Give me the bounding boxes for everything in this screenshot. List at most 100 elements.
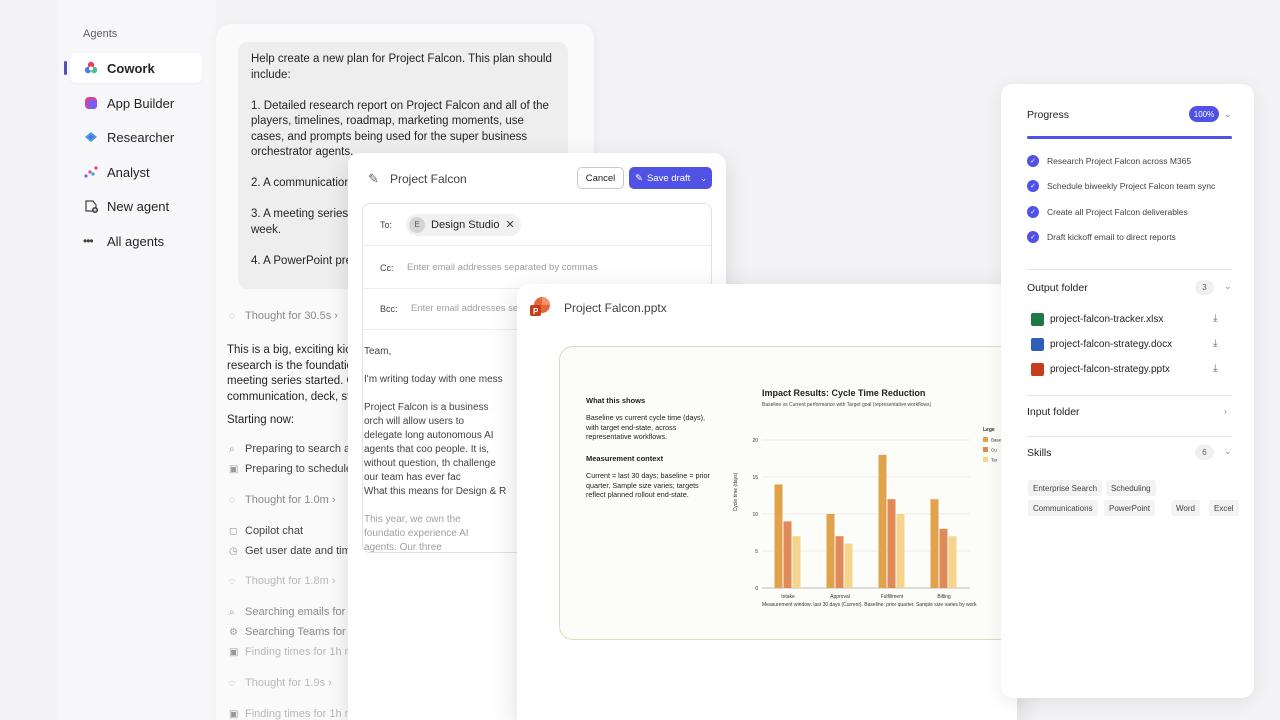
sidebar-item-cowork[interactable]: Cowork [64,53,202,83]
skill-chip: PowerPoint [1104,500,1155,516]
sidebar-item-analyst[interactable]: Analyst [70,157,202,187]
progress-bar [1027,136,1232,139]
chevron-down-icon[interactable]: ⌄ [1224,109,1232,120]
word-file-icon [1031,338,1044,351]
progress-step: ✓ Create all Project Falcon deliverables [1027,206,1188,218]
sidebar-item-researcher[interactable]: Researcher [70,122,202,152]
bar-approval-tar [844,543,853,588]
divider [1027,269,1232,270]
lightbulb-icon: ◌ [229,311,235,322]
bar-approval-base [826,514,835,588]
bar-billing-base [930,499,939,588]
chart-title: Impact Results: Cycle Time Reduction [762,388,925,398]
compose-icon: ✎ [635,172,643,184]
researcher-icon [85,132,97,142]
cowork-icon [84,61,98,74]
slide-text: Current = last 30 days; baseline = prior… [586,471,710,499]
cancel-button[interactable]: Cancel [577,167,624,189]
checkmark-icon: ✓ [1027,206,1039,218]
analyst-icon [84,166,98,178]
download-icon[interactable]: ⤓ [1213,313,1217,324]
bar-billing-tar [948,536,957,588]
progress-step: ✓ Draft kickoff email to direct reports [1027,231,1176,243]
sidebar-item-label: Analyst [107,164,150,180]
powerpoint-preview-card: P Project Falcon.pptx What this shows Ba… [517,284,1017,720]
progress-percent-badge: 100% [1189,106,1219,122]
lightbulb-icon: ◌ [229,678,235,689]
agents-sidebar: Agents Cowork App Builder Researcher Ana… [58,0,216,720]
bcc-placeholder: Enter email addresses sepa [411,303,529,314]
skills-count-badge: 6 [1195,445,1214,460]
email-body-line[interactable]: What this means for Design & R [364,485,524,499]
download-icon[interactable]: ⤓ [1213,338,1217,349]
compose-icon: ✎ [368,171,379,186]
divider [1027,395,1232,396]
email-body-paragraph[interactable]: This year, we own the foundatio experien… [364,513,504,555]
starting-now-label: Starting now: [227,414,295,426]
slide-heading: Measurement context [586,454,664,463]
save-draft-button[interactable]: ✎ Save draft ⌄ [629,167,712,189]
chart-subtitle: Baseline vs Current performance with Tar… [762,402,931,408]
legend-label: Tar [991,458,998,463]
skill-chip: Word [1171,500,1200,516]
sidebar-item-new-agent[interactable]: New agent [70,191,202,221]
skill-chip: Scheduling [1106,480,1156,496]
progress-step: ✓ Research Project Falcon across M365 [1027,155,1191,167]
output-file-row[interactable]: project-falcon-strategy.pptx [1031,363,1170,376]
chevron-down-icon[interactable]: ⌄ [1224,446,1232,457]
activity-step: ⌕ Searching emails for "Pr [229,606,364,618]
y-tick-label: 15 [752,475,758,481]
sidebar-item-app-builder[interactable]: App Builder [70,88,202,118]
email-body-line[interactable]: Team, [364,345,504,359]
email-body-paragraph[interactable]: Project Falcon is a business orch will a… [364,401,504,485]
chart-footnote: Measurement window: last 30 days (Curren… [762,602,977,608]
bar-intake-tar [792,536,801,588]
sidebar-item-label: App Builder [107,95,175,111]
legend-swatch [983,447,988,452]
progress-step: ✓ Schedule biweekly Project Falcon team s… [1027,180,1215,192]
close-icon[interactable]: ✕ [506,218,515,231]
activity-step: ◻ Copilot chat [229,525,304,537]
slide-heading: What this shows [586,396,646,405]
more-icon: ••• [83,234,94,248]
to-field[interactable]: To: E Design Studio ✕ [363,204,711,246]
thought-toggle[interactable]: ◌ Thought for 1.8m › [229,575,336,587]
bar-intake-base [774,484,783,588]
activity-step: ▣ Finding times for 1h me [229,646,360,658]
output-count-badge: 3 [1195,280,1214,295]
chevron-down-icon[interactable]: ⌄ [1224,281,1232,292]
file-name: project-falcon-strategy.pptx [1050,364,1170,375]
calendar-icon: ▣ [229,464,239,475]
sidebar-item-label: New agent [107,198,170,214]
chevron-right-icon[interactable]: › [1224,406,1227,416]
to-label: To: [380,219,393,230]
sidebar-item-label: All agents [107,233,165,249]
file-name: project-falcon-tracker.xlsx [1050,314,1164,325]
sidebar-item-all-agents[interactable]: ••• All agents [70,226,202,256]
skill-chip: Communications [1028,500,1098,516]
recipient-name: Design Studio [431,218,500,231]
input-folder-title[interactable]: Input folder [1027,406,1080,418]
download-icon[interactable]: ⤓ [1213,363,1217,374]
cc-field[interactable]: Cc: Enter email addresses separated by c… [363,247,711,289]
chevron-down-icon[interactable]: ⌄ [700,174,707,183]
bar-fulfillment-cu [887,499,896,588]
skills-title[interactable]: Skills [1027,447,1052,459]
thought-toggle[interactable]: ◌ Thought for 1.9s › [229,677,332,689]
x-tick-label: Intake [781,594,795,600]
output-folder-title[interactable]: Output folder [1027,282,1088,294]
output-file-row[interactable]: project-falcon-tracker.xlsx [1031,313,1163,326]
checkmark-icon: ✓ [1027,155,1039,167]
recipient-chip[interactable]: E Design Studio ✕ [406,213,521,236]
slide-preview[interactable]: What this shows Baseline vs current cycl… [559,346,1017,640]
email-body-line[interactable]: I'm writing today with one mess [364,373,524,387]
bcc-label: Bcc: [380,303,398,314]
thought-toggle[interactable]: ◌ Thought for 30.5s › [229,310,338,322]
clock-icon: ◷ [229,546,238,557]
powerpoint-file-icon: P [530,297,550,316]
progress-fill [1027,136,1232,139]
legend-title: Lege [983,427,995,433]
thought-toggle[interactable]: ◌ Thought for 1.0m › [229,494,336,506]
output-file-row[interactable]: project-falcon-strategy.docx [1031,338,1172,351]
legend-label: Cu [991,448,997,453]
